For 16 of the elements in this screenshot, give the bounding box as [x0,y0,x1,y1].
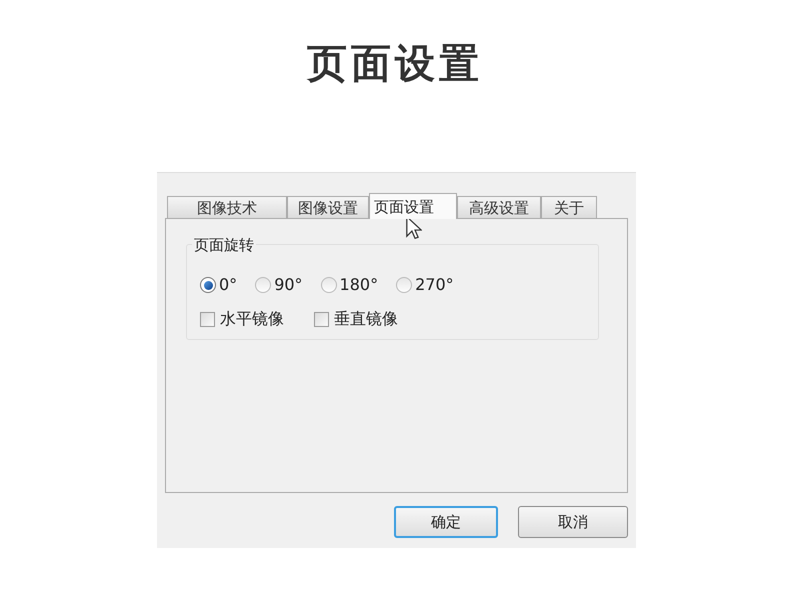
group-title: 页面旋转 [192,236,256,254]
radio-option[interactable]: 270° [396,273,454,297]
page-heading: 页面设置 [307,40,483,89]
tab[interactable]: 页面设置 [369,193,457,219]
checkbox-option[interactable]: 垂直镜像 [314,307,398,331]
cursor-icon [406,216,422,239]
tab[interactable]: 高级设置 [457,196,541,218]
tab[interactable]: 图像技术 [167,196,287,218]
radio-option[interactable]: 0° [200,273,238,297]
radio-option[interactable]: 90° [255,273,303,297]
radio-option[interactable]: 180° [320,273,378,297]
dialog-button[interactable]: 确定 [394,506,498,538]
tab[interactable]: 图像设置 [287,196,369,218]
dialog-button[interactable]: 取消 [518,506,628,538]
checkbox-option[interactable]: 水平镜像 [200,307,284,331]
tab[interactable]: 关于 [541,196,597,218]
